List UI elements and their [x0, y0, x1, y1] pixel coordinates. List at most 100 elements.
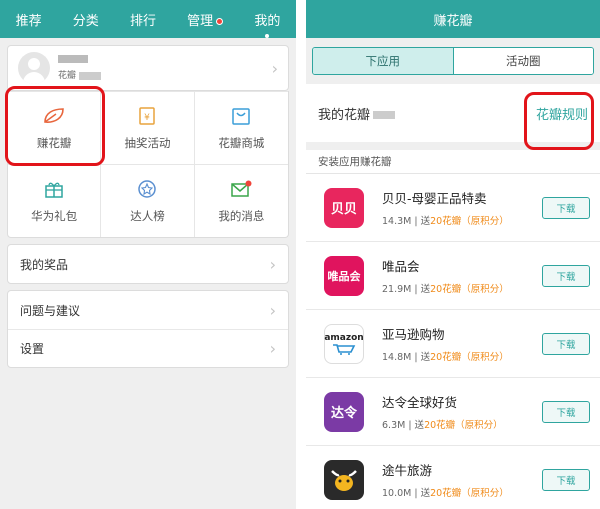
list-item[interactable]: 唯品会 唯品会 21.9M | 送20花瓣（原积分） 下载	[306, 242, 600, 310]
highlight-box	[524, 92, 594, 150]
grid-item-label: 花瓣商城	[218, 136, 265, 150]
app-name: 途牛旅游	[382, 463, 433, 478]
meta-separator: | 送	[411, 284, 431, 295]
reward-text: 20花瓣（原积分）	[430, 352, 509, 363]
segment-activity-circle[interactable]: 活动圈	[453, 48, 593, 74]
tab-label: 推荐	[15, 13, 42, 29]
my-profile-screen: 推荐 分类 排行 管理 我的 花瓣 › 赚花瓣 ¥ 抽奖活动 花瓣商城 华为礼包…	[0, 0, 296, 509]
prizes-card: 我的奖品 ›	[7, 244, 289, 284]
grid-item-huawei-gift[interactable]: 华为礼包	[8, 164, 102, 237]
highlight-box	[5, 86, 105, 166]
download-button[interactable]: 下载	[542, 196, 590, 219]
list-item[interactable]: 贝贝 贝贝-母婴正品特卖 14.3M | 送20花瓣（原积分） 下载	[306, 174, 600, 242]
svg-text:¥: ¥	[145, 113, 151, 123]
chevron-right-icon: ›	[269, 254, 276, 274]
shopping-bag-icon	[230, 105, 252, 127]
list-item[interactable]: amazon 亚马逊购物 14.8M | 送20花瓣（原积分） 下载	[306, 310, 600, 378]
app-size: 6.3M	[382, 420, 406, 431]
settings-row[interactable]: 设置 ›	[8, 329, 288, 367]
icon-text: 达令	[330, 406, 357, 421]
screen-title: 赚花瓣	[306, 0, 600, 38]
chevron-right-icon: ›	[269, 300, 276, 320]
app-name: 唯品会	[382, 259, 420, 274]
cow-icon	[331, 469, 357, 491]
download-button[interactable]: 下载	[542, 332, 590, 355]
tab-recommend[interactable]: 推荐	[12, 10, 46, 29]
beibei-app-icon: 贝贝	[324, 187, 364, 228]
medal-icon	[136, 178, 158, 200]
reward-text: 20花瓣（原积分）	[424, 420, 503, 431]
notification-dot	[216, 17, 224, 25]
grid-item-petal-mall[interactable]: 花瓣商城	[194, 91, 288, 164]
reward-text: 20花瓣（原积分）	[430, 488, 509, 499]
meta-separator: | 送	[411, 488, 431, 499]
tab-manage[interactable]: 管理	[183, 10, 227, 29]
tuniu-app-icon	[324, 459, 364, 500]
petal-count-label: 花瓣	[58, 71, 77, 81]
amazon-app-icon: amazon	[324, 323, 364, 364]
title-text: 赚花瓣	[433, 13, 473, 29]
meta-separator: | 送	[411, 352, 431, 363]
row-label: 问题与建议	[20, 303, 81, 318]
tab-label: 我的	[254, 13, 281, 29]
reward-text: 20花瓣（原积分）	[430, 284, 509, 295]
meta-separator: | 送	[405, 420, 425, 431]
grid-item-leaderboard[interactable]: 达人榜	[101, 164, 195, 237]
chevron-right-icon: ›	[271, 58, 278, 78]
tab-label: 管理	[187, 13, 214, 29]
earn-petals-screen: 赚花瓣 下应用 活动圈 我的花瓣 花瓣规则 安装应用赚花瓣 贝贝 贝贝-母婴正品…	[306, 0, 600, 509]
reward-text: 20花瓣（原积分）	[430, 216, 509, 227]
my-prizes-row[interactable]: 我的奖品 ›	[8, 245, 288, 283]
segment-label: 活动圈	[506, 54, 541, 68]
app-size: 14.3M	[382, 216, 412, 227]
download-button[interactable]: 下载	[542, 400, 590, 423]
download-button[interactable]: 下载	[542, 264, 590, 287]
app-name: 达令全球好货	[382, 395, 458, 410]
icon-text: 唯品会	[327, 269, 361, 283]
app-size: 14.8M	[382, 352, 412, 363]
segment-control: 下应用 活动圈	[312, 47, 594, 75]
list-item[interactable]: 途牛旅游 10.0M | 送20花瓣（原积分） 下载	[306, 446, 600, 509]
app-name: 贝贝-母婴正品特卖	[382, 191, 487, 206]
petal-count-redacted	[373, 111, 396, 119]
row-label: 我的奖品	[20, 257, 69, 272]
tab-mine[interactable]: 我的	[250, 10, 284, 38]
chevron-right-icon: ›	[269, 339, 276, 358]
profile-row[interactable]: 花瓣 ›	[7, 45, 289, 91]
app-size: 21.9M	[382, 284, 412, 295]
tab-ranking[interactable]: 排行	[126, 10, 160, 29]
app-list: 贝贝 贝贝-母婴正品特卖 14.3M | 送20花瓣（原积分） 下载 唯品会 唯…	[306, 174, 600, 509]
meta-separator: | 送	[411, 216, 431, 227]
lottery-icon: ¥	[136, 105, 158, 127]
tab-label: 排行	[129, 13, 156, 29]
petal-count-redacted	[79, 71, 102, 80]
segment-label: 下应用	[365, 54, 401, 68]
active-tab-indicator	[265, 33, 270, 38]
section-header: 安装应用赚花瓣	[306, 150, 600, 174]
row-label: 设置	[20, 342, 45, 356]
tab-category[interactable]: 分类	[69, 10, 103, 29]
envelope-icon	[230, 178, 252, 200]
username-redacted	[58, 55, 88, 63]
settings-card: 问题与建议 › 设置 ›	[7, 290, 289, 368]
grid-item-label: 我的消息	[218, 209, 265, 223]
app-size: 10.0M	[382, 488, 412, 499]
download-button[interactable]: 下载	[542, 468, 590, 491]
grid-item-label: 华为礼包	[31, 209, 78, 223]
icon-text: amazon	[324, 332, 364, 343]
feedback-row[interactable]: 问题与建议 ›	[8, 291, 288, 329]
gift-icon	[43, 178, 65, 200]
grid-item-my-messages[interactable]: 我的消息	[194, 164, 288, 237]
icon-text: 贝贝	[330, 202, 357, 217]
avatar[interactable]	[18, 52, 50, 84]
grid-item-label: 抽奖活动	[124, 136, 171, 150]
segment-download-apps[interactable]: 下应用	[313, 48, 454, 74]
list-item[interactable]: 达令 达令全球好货 6.3M | 送20花瓣（原积分） 下载	[306, 378, 600, 446]
grid-item-lottery[interactable]: ¥ 抽奖活动	[101, 91, 195, 164]
cart-icon	[333, 343, 356, 355]
app-name: 亚马逊购物	[382, 327, 445, 342]
tab-label: 分类	[72, 13, 99, 29]
top-tab-bar: 推荐 分类 排行 管理 我的	[0, 0, 296, 38]
grid-item-label: 达人榜	[130, 209, 165, 223]
vip-app-icon: 唯品会	[324, 255, 364, 296]
